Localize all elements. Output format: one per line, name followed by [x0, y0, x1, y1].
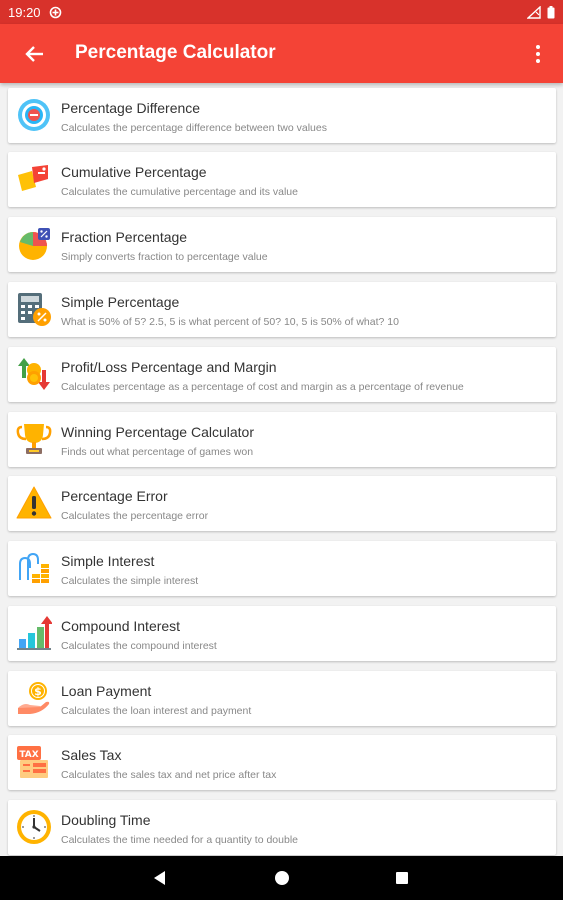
signal-icon: [527, 5, 541, 19]
target-percent-icon: [18, 99, 50, 131]
item-title: Doubling Time: [61, 812, 151, 828]
item-subtitle: Calculates the cumulative percentage and…: [61, 186, 298, 198]
item-subtitle: Calculates the loan interest and payment: [61, 705, 252, 717]
warning-icon: [16, 486, 52, 519]
overflow-menu-button[interactable]: [531, 41, 545, 67]
calculator-icon: [18, 293, 51, 326]
clock-icon: [17, 810, 51, 844]
back-button[interactable]: [22, 41, 48, 67]
item-subtitle: Calculates the compound interest: [61, 640, 217, 652]
list-item-winning-percentage[interactable]: Winning Percentage Calculator Finds out …: [8, 412, 556, 467]
triangle-back-icon: [154, 871, 165, 885]
list-item-cumulative-percentage[interactable]: Cumulative Percentage Calculates the cum…: [8, 152, 556, 207]
list-item-simple-interest[interactable]: Simple Interest Calculates the simple in…: [8, 541, 556, 596]
svg-text:TAX: TAX: [19, 750, 38, 760]
status-time: 19:20: [8, 4, 41, 20]
dot: [536, 52, 540, 56]
nav-home-button[interactable]: [272, 868, 292, 888]
status-bar: 19:20: [0, 0, 563, 24]
tax-icon: TAX: [17, 746, 48, 778]
item-title: Cumulative Percentage: [61, 164, 207, 180]
item-title: Loan Payment: [61, 683, 152, 699]
item-title: Percentage Difference: [61, 100, 201, 116]
item-title: Compound Interest: [61, 618, 181, 634]
list-item-percentage-difference[interactable]: Percentage Difference Calculates the per…: [8, 88, 556, 143]
loan-hand-icon: $: [18, 682, 50, 714]
item-subtitle: Simply converts fraction to percentage v…: [61, 251, 268, 263]
list-item-profit-loss[interactable]: Profit/Loss Percentage and Margin Calcul…: [8, 347, 556, 402]
list-item-compound-interest[interactable]: Compound Interest Calculates the compoun…: [8, 606, 556, 661]
list-item-loan-payment[interactable]: $ Loan Payment Calculates the loan inter…: [8, 671, 556, 726]
list-item-sales-tax[interactable]: TAX Sales Tax Calculates the sales tax a…: [8, 735, 556, 790]
item-title: Simple Percentage: [61, 294, 180, 310]
dot: [536, 45, 540, 49]
item-title: Percentage Error: [61, 488, 168, 504]
pie-chart-icon: [19, 228, 50, 260]
item-subtitle: Calculates the sales tax and net price a…: [61, 769, 277, 781]
dot: [536, 59, 540, 63]
data-saver-icon: [49, 6, 61, 18]
status-left: 19:20: [8, 5, 62, 20]
list-item-fraction-percentage[interactable]: Fraction Percentage Simply converts frac…: [8, 217, 556, 272]
item-subtitle: Calculates the simple interest: [61, 575, 199, 587]
item-subtitle: Calculates the percentage difference bet…: [61, 122, 327, 134]
item-title: Winning Percentage Calculator: [61, 424, 254, 440]
item-subtitle: Calculates percentage as a percentage of…: [61, 381, 464, 393]
arrow-back-icon: [25, 46, 43, 62]
coin-stacks-icon: [19, 552, 49, 583]
list-item-simple-percentage[interactable]: Simple Percentage What is 50% of 5? 2.5,…: [8, 282, 556, 337]
item-title: Sales Tax: [61, 747, 122, 763]
growth-chart-icon: [17, 616, 52, 650]
item-title: Fraction Percentage: [61, 229, 188, 245]
item-subtitle: Finds out what percentage of games won: [61, 446, 254, 458]
trophy-icon: [16, 424, 52, 454]
circle-home-icon: [275, 871, 289, 885]
navigation-bar: [0, 856, 563, 900]
app-bar: Percentage Calculator: [0, 24, 563, 83]
svg-text:$: $: [34, 685, 42, 698]
item-subtitle: Calculates the percentage error: [61, 510, 209, 522]
battery-icon: [547, 5, 555, 18]
calculator-list: Percentage Difference Calculates the per…: [0, 84, 563, 856]
nav-recents-button[interactable]: [392, 868, 412, 888]
status-right: [527, 5, 555, 19]
square-recents-icon: [396, 872, 408, 884]
item-subtitle: Calculates the time needed for a quantit…: [61, 834, 298, 846]
item-title: Simple Interest: [61, 553, 155, 569]
page-title: Percentage Calculator: [75, 42, 276, 63]
list-item-doubling-time[interactable]: Doubling Time Calculates the time needed…: [8, 800, 556, 855]
tags-icon: [18, 165, 48, 191]
item-title: Profit/Loss Percentage and Margin: [61, 359, 277, 375]
nav-back-button[interactable]: [150, 868, 170, 888]
profit-loss-icon: [18, 358, 50, 390]
item-subtitle: What is 50% of 5? 2.5, 5 is what percent…: [61, 316, 399, 328]
list-item-percentage-error[interactable]: Percentage Error Calculates the percenta…: [8, 476, 556, 531]
